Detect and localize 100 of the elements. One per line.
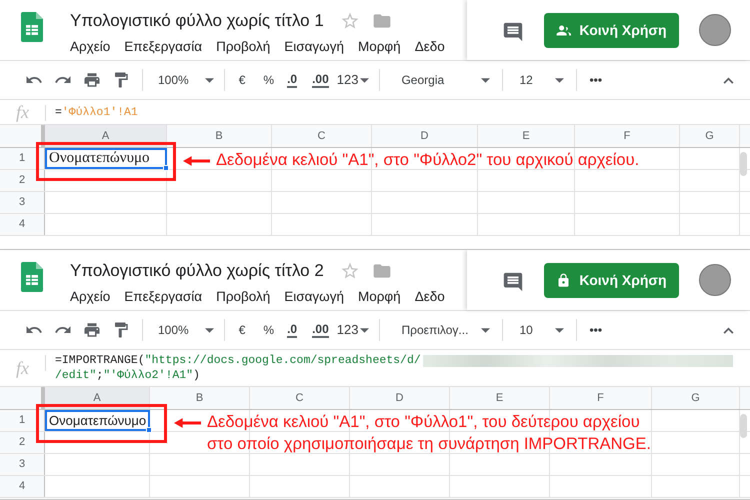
scrollbar-thumb[interactable]: [740, 152, 747, 176]
fill-handle[interactable]: [146, 427, 152, 433]
menu-item[interactable]: Προβολή: [216, 37, 270, 58]
increase-decimals-button[interactable]: .00: [312, 72, 329, 88]
font-size-dropdown[interactable]: 12: [519, 71, 556, 89]
dropdown-caret-icon[interactable]: [481, 78, 490, 82]
font-dropdown[interactable]: Georgia: [401, 71, 482, 89]
decrease-decimals-button[interactable]: .0: [287, 72, 298, 88]
font-size-dropdown[interactable]: 10: [519, 321, 556, 339]
decrease-decimals-button[interactable]: .0: [287, 322, 298, 338]
selected-cell[interactable]: Ονοματεπώνυμο: [45, 148, 167, 169]
annotation-text: Δεδομένα κελιού "A1", στο "Φύλλο2" του αρχικού αρχείου.: [216, 150, 640, 171]
scrollbar-thumb[interactable]: [740, 414, 747, 438]
share-button[interactable]: Κοινή Χρήση: [544, 262, 679, 298]
currency-format-button[interactable]: €: [238, 71, 246, 89]
column-header[interactable]: E: [450, 387, 550, 409]
cell-text: Ονοματεπώνυμο: [49, 412, 146, 430]
function-label: fx: [16, 356, 29, 380]
formula-text: ): [193, 368, 200, 383]
sheets-logo-icon[interactable]: [21, 262, 43, 292]
column-header[interactable]: D: [350, 387, 450, 409]
number-format-dropdown[interactable]: 123: [336, 320, 358, 340]
document-title[interactable]: Υπολογιστικό φύλλο χωρίς τίτλο 2: [70, 258, 324, 284]
column-header[interactable]: C: [272, 125, 372, 147]
row-header[interactable]: 4: [0, 476, 45, 497]
annotation-text: Δεδομένα κελιού "A1", στο "Φύλλο1", του δεύτερου αρχείου: [207, 412, 641, 433]
people-icon: [556, 22, 572, 38]
currency-format-button[interactable]: €: [238, 321, 246, 339]
paint-format-icon[interactable]: [112, 321, 130, 339]
collapse-chevron-icon[interactable]: [723, 76, 734, 84]
menu-item[interactable]: Εισαγωγή: [284, 287, 344, 308]
formula-text: "'Φύλλο2'!A1": [103, 368, 194, 383]
print-icon[interactable]: [83, 321, 101, 339]
column-header[interactable]: D: [372, 125, 478, 147]
menu-item[interactable]: Αρχείο: [70, 37, 110, 58]
menu-item[interactable]: Επεξεργασία: [124, 37, 202, 58]
column-header[interactable]: G: [680, 125, 740, 147]
increase-decimals-button[interactable]: .00: [312, 322, 329, 338]
print-icon[interactable]: [83, 71, 101, 89]
formula-text: =IMPORTRANGE(: [55, 353, 145, 368]
star-icon[interactable]: [340, 260, 360, 281]
dropdown-caret-icon[interactable]: [360, 328, 370, 332]
comment-icon[interactable]: [502, 271, 524, 293]
comment-icon[interactable]: [502, 21, 524, 43]
row-header[interactable]: 3: [0, 192, 45, 213]
menu-item[interactable]: Προβολή: [216, 287, 270, 308]
menu-item[interactable]: Δεδο: [414, 287, 445, 308]
dropdown-caret-icon[interactable]: [204, 328, 214, 332]
menu-item[interactable]: Εισαγωγή: [284, 37, 344, 58]
arrow-icon: [174, 418, 201, 428]
row-header[interactable]: 4: [0, 214, 45, 235]
dropdown-caret-icon[interactable]: [360, 78, 370, 82]
menu-item[interactable]: Επεξεργασία: [124, 287, 202, 308]
dropdown-caret-icon[interactable]: [481, 328, 490, 332]
more-button[interactable]: •••: [589, 71, 602, 89]
column-header[interactable]: F: [575, 125, 680, 147]
share-button[interactable]: Κοινή Χρήση: [544, 12, 679, 48]
number-format-dropdown[interactable]: 123: [336, 70, 358, 90]
sheets-logo-icon[interactable]: [21, 12, 43, 42]
column-header[interactable]: E: [478, 125, 575, 147]
dropdown-caret-icon[interactable]: [204, 78, 214, 82]
dropdown-caret-icon[interactable]: [555, 328, 564, 332]
row-header[interactable]: 2: [0, 170, 45, 191]
zoom-dropdown[interactable]: 100%: [158, 321, 189, 339]
avatar[interactable]: [699, 14, 731, 46]
lock-icon: [556, 272, 572, 288]
column-header[interactable]: C: [250, 387, 350, 409]
document-title[interactable]: Υπολογιστικό φύλλο χωρίς τίτλο 1: [70, 8, 324, 34]
cell-text: Ονοματεπώνυμο: [49, 149, 150, 168]
row-header[interactable]: 2: [0, 432, 45, 453]
star-icon[interactable]: [340, 10, 360, 31]
fill-handle[interactable]: [163, 165, 169, 171]
row-header[interactable]: 3: [0, 454, 45, 475]
column-header[interactable]: F: [550, 387, 652, 409]
more-button[interactable]: •••: [589, 321, 602, 339]
formula-text: 'Φύλλο1'!A1: [62, 104, 138, 120]
function-label: fx: [16, 100, 29, 124]
percent-format-button[interactable]: %: [263, 321, 274, 339]
paint-format-icon[interactable]: [112, 71, 130, 89]
dropdown-caret-icon[interactable]: [555, 78, 564, 82]
menu-item[interactable]: Δεδο: [414, 37, 445, 58]
font-dropdown[interactable]: Προεπιλογ...: [401, 321, 482, 339]
column-header[interactable]: B: [167, 125, 272, 147]
percent-format-button[interactable]: %: [263, 71, 274, 89]
zoom-dropdown[interactable]: 100%: [158, 71, 189, 89]
menu-item[interactable]: Αρχείο: [70, 287, 110, 308]
menu-item[interactable]: Μορφή: [358, 37, 401, 58]
formula-text: ;: [96, 368, 104, 383]
row-header[interactable]: 1: [0, 410, 45, 431]
menu-item[interactable]: Μορφή: [358, 287, 401, 308]
formula-text: =: [55, 104, 62, 120]
collapse-chevron-icon[interactable]: [723, 326, 734, 334]
selected-cell[interactable]: Ονοματεπώνυμο: [45, 410, 150, 431]
formula-text: /edit": [55, 368, 96, 383]
annotation-text: στο οποίο χρησιμοποιήσαμε τη συνάρτηση IMPORTRANGE.: [207, 434, 651, 455]
column-header[interactable]: B: [150, 387, 250, 409]
avatar[interactable]: [699, 264, 731, 296]
column-header[interactable]: G: [652, 387, 740, 409]
arrow-icon: [183, 156, 210, 166]
row-header[interactable]: 1: [0, 148, 45, 169]
